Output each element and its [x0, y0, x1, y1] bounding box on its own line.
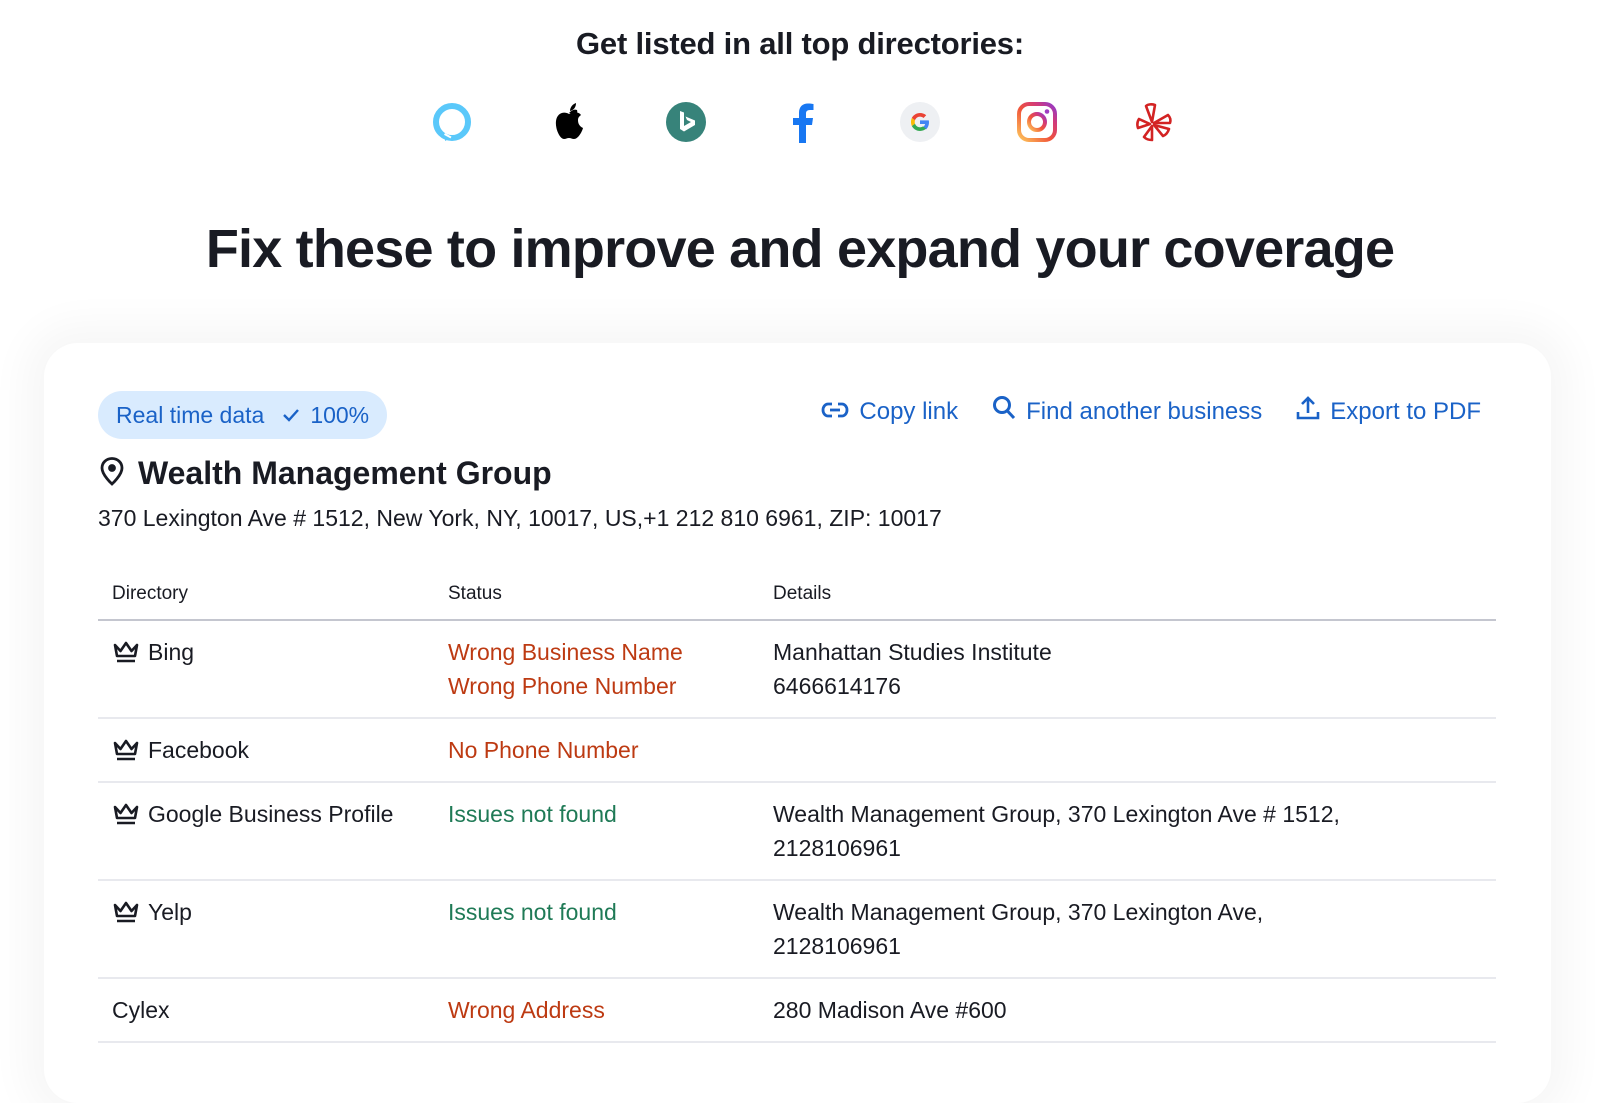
status-text: Wrong Address [448, 997, 605, 1023]
directory-name: Bing [148, 639, 195, 665]
real-time-data-badge: Real time data 100% [98, 391, 388, 439]
business-header: Wealth Management Group [98, 455, 552, 492]
directory-name: Yelp [148, 899, 192, 925]
directory-cell-content: Yelp [112, 895, 420, 929]
facebook-icon [781, 100, 825, 144]
copy-link-button[interactable]: Copy link [821, 398, 958, 426]
instagram-icon [1015, 100, 1059, 144]
status-text: Issues not found [448, 801, 617, 827]
directory-cell: Google Business Profile [98, 782, 434, 881]
details-text: 2128106961 [773, 835, 901, 861]
card-actions: Copy link Find another business Export t… [821, 395, 1481, 428]
details-text: Wealth Management Group, 370 Lexington A… [773, 899, 1264, 925]
listing-report-card: Real time data 100% Copy link Find anoth… [44, 343, 1551, 1103]
table-row: Cylex Wrong Address 280 Madison Ave #600 [98, 978, 1496, 1043]
search-icon [992, 395, 1016, 428]
status-cell: Issues not found [434, 880, 759, 979]
status-text: No Phone Number [448, 737, 639, 763]
link-icon [821, 398, 849, 426]
directory-name: Cylex [112, 997, 170, 1023]
details-cell: Wealth Management Group, 370 Lexington A… [759, 782, 1496, 881]
find-another-business-button[interactable]: Find another business [992, 395, 1262, 428]
check-icon [282, 408, 300, 422]
crown-icon [112, 738, 140, 762]
status-text: Wrong Business Name [448, 639, 683, 665]
business-address: 370 Lexington Ave # 1512, New York, NY, … [98, 505, 942, 531]
details-text: Wealth Management Group, 370 Lexington A… [773, 801, 1340, 827]
directory-cell-content: Bing [112, 635, 420, 669]
table-row: Facebook No Phone Number [98, 718, 1496, 783]
status-cell: No Phone Number [434, 718, 759, 783]
crown-icon [112, 640, 140, 664]
status-cell: Wrong Address [434, 978, 759, 1043]
details-cell: Wealth Management Group, 370 Lexington A… [759, 880, 1496, 979]
crown-icon [112, 900, 140, 924]
business-name: Wealth Management Group [138, 455, 552, 491]
directory-cell: Bing [98, 620, 434, 719]
directory-icons [0, 100, 1600, 144]
badge-value: 100% [310, 401, 370, 428]
alexa-icon [430, 100, 474, 144]
location-pin-icon [98, 456, 126, 491]
table-row: Google Business Profile Issues not found W… [98, 782, 1496, 881]
copy-link-label: Copy link [859, 397, 959, 425]
badge-label: Real time data [116, 401, 265, 428]
directory-name: Google Business Profile [148, 801, 394, 827]
status-text: Issues not found [448, 899, 617, 925]
details-cell: Manhattan Studies Institute 6466614176 [759, 620, 1496, 719]
details-text: 6466614176 [773, 673, 901, 699]
details-cell [759, 718, 1496, 783]
directory-cell-content: Facebook [112, 733, 420, 767]
directory-cell-content: Cylex [112, 993, 420, 1027]
bing-icon [664, 100, 708, 144]
directory-cell: Facebook [98, 718, 434, 783]
yelp-icon [1132, 100, 1176, 144]
table-row: Yelp Issues not found Wealth Management Gr… [98, 880, 1496, 979]
directory-name: Facebook [148, 737, 250, 763]
export-pdf-button[interactable]: Export to PDF [1296, 395, 1481, 428]
details-cell: 280 Madison Ave #600 [759, 978, 1496, 1043]
table-row: Bing Wrong Business Name Wrong Phone Numbe… [98, 620, 1496, 719]
directories-title: Get listed in all top directories: [576, 26, 1024, 61]
header-status: Status [434, 573, 759, 621]
details-text: Manhattan Studies Institute [773, 639, 1052, 665]
directory-cell: Cylex [98, 978, 434, 1043]
directory-cell: Yelp [98, 880, 434, 979]
status-text: Wrong Phone Number [448, 673, 677, 699]
google-icon [898, 100, 942, 144]
header-directory: Directory [98, 573, 434, 621]
directory-table: Directory Status Details Bing Wrong Busin… [98, 573, 1496, 1043]
table-header-row: Directory Status Details [98, 573, 1496, 621]
upload-icon [1296, 395, 1320, 428]
status-cell: Issues not found [434, 782, 759, 881]
details-text: 2128106961 [773, 933, 901, 959]
find-another-business-label: Find another business [1026, 397, 1263, 425]
apple-icon [547, 100, 591, 144]
directory-cell-content: Google Business Profile [112, 797, 420, 831]
status-cell: Wrong Business Name Wrong Phone Number [434, 620, 759, 719]
export-pdf-label: Export to PDF [1330, 397, 1481, 425]
page-headline: Fix these to improve and expand your cov… [205, 219, 1395, 279]
details-text: 280 Madison Ave #600 [773, 997, 1007, 1023]
header-details: Details [759, 573, 1496, 621]
crown-icon [112, 802, 140, 826]
